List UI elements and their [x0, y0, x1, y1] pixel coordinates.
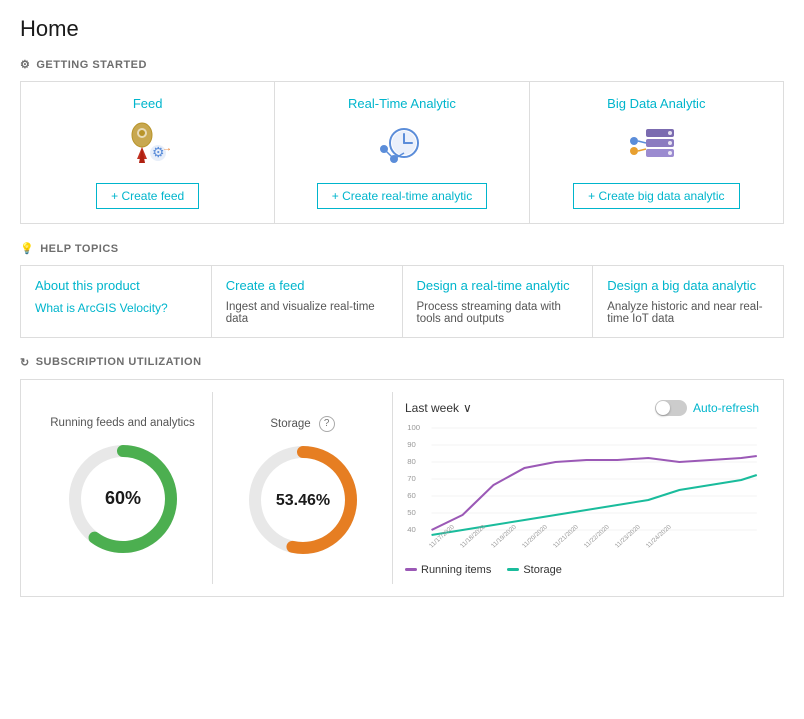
chart-legend: Running items Storage [405, 564, 759, 576]
svg-text:11/22/2020: 11/22/2020 [583, 523, 612, 549]
subscription-label: SUBSCRIPTION UTILIZATION [36, 356, 202, 368]
page-container: Home ⚙ GETTING STARTED Feed [0, 0, 804, 613]
autorefresh-label: Auto-refresh [693, 401, 759, 415]
gs-card-feed: Feed ⚙ → [21, 82, 275, 223]
svg-text:80: 80 [407, 457, 416, 466]
ht-card-bigdata-sub: Analyze historic and near real-time IoT … [607, 301, 769, 325]
subscription-body: Running feeds and analytics 60% Storage … [20, 379, 784, 597]
svg-text:40: 40 [407, 525, 416, 534]
period-label: Last week [405, 401, 459, 415]
ht-card-realtime-sub: Process streaming data with tools and ou… [417, 301, 579, 325]
help-topics-label: HELP TOPICS [40, 243, 118, 255]
chart-period-selector[interactable]: Last week ∨ [405, 401, 472, 415]
running-feeds-label: Running feeds and analytics [50, 417, 195, 429]
getting-started-header: ⚙ GETTING STARTED [20, 58, 784, 71]
svg-text:90: 90 [407, 440, 416, 449]
help-topics-header: 💡 HELP TOPICS [20, 242, 784, 255]
svg-text:53.46%: 53.46% [275, 492, 329, 509]
storage-donut: 53.46% [243, 440, 363, 560]
legend-running-label: Running items [421, 564, 491, 576]
ht-card-about-link[interactable]: What is ArcGIS Velocity? [35, 301, 197, 315]
realtime-icon [372, 121, 432, 171]
gs-card-realtime-title: Real-Time Analytic [287, 96, 516, 111]
getting-started-label: GETTING STARTED [36, 59, 147, 71]
svg-text:11/23/2020: 11/23/2020 [614, 523, 643, 549]
legend-storage-label: Storage [523, 564, 562, 576]
running-feeds-area: Running feeds and analytics 60% [33, 392, 213, 584]
storage-label: Storage [270, 418, 310, 430]
svg-text:50: 50 [407, 508, 416, 517]
getting-started-section: ⚙ GETTING STARTED Feed [20, 58, 784, 224]
subscription-section: ↻ SUBSCRIPTION UTILIZATION Running feeds… [20, 356, 784, 597]
subscription-header: ↻ SUBSCRIPTION UTILIZATION [20, 356, 784, 369]
gs-card-bigdata: Big Data Analytic [530, 82, 783, 223]
svg-text:100: 100 [407, 423, 420, 432]
help-topics-cards: About this product What is ArcGIS Veloci… [20, 265, 784, 338]
gs-cards-row: Feed ⚙ → [21, 82, 783, 223]
gs-card-realtime: Real-Time Analytic [275, 82, 529, 223]
ht-card-feed-title[interactable]: Create a feed [226, 278, 388, 295]
getting-started-icon: ⚙ [20, 58, 30, 71]
ht-card-about: About this product What is ArcGIS Veloci… [21, 266, 212, 337]
legend-storage: Storage [507, 564, 562, 576]
chevron-down-icon: ∨ [463, 401, 472, 415]
svg-text:→: → [162, 143, 172, 154]
ht-card-feed-sub: Ingest and visualize real-time data [226, 301, 388, 325]
storage-area: Storage ? 53.46% [213, 392, 393, 584]
gs-card-bigdata-title: Big Data Analytic [542, 96, 771, 111]
svg-text:11/20/2020: 11/20/2020 [521, 523, 550, 549]
svg-text:11/24/2020: 11/24/2020 [645, 523, 674, 549]
svg-text:70: 70 [407, 474, 416, 483]
feed-icon: ⚙ → [118, 121, 178, 171]
page-title: Home [20, 16, 784, 42]
legend-running-dot [405, 568, 417, 571]
running-feeds-donut: 60% [63, 439, 183, 559]
chart-header: Last week ∨ Auto-refresh [405, 400, 759, 416]
ht-card-bigdata-title[interactable]: Design a big data analytic [607, 278, 769, 295]
create-bigdata-button[interactable]: + Create big data analytic [573, 183, 739, 209]
legend-running-items: Running items [405, 564, 491, 576]
toggle-knob [656, 401, 670, 415]
svg-text:11/17/2020: 11/17/2020 [428, 523, 457, 549]
legend-storage-dot [507, 568, 519, 571]
line-chart-container: 100 90 80 70 60 50 40 [405, 420, 759, 560]
ht-card-realtime: Design a real-time analytic Process stre… [403, 266, 594, 337]
create-feed-button[interactable]: + Create feed [96, 183, 199, 209]
autorefresh-toggle[interactable] [655, 400, 687, 416]
chart-area: Last week ∨ Auto-refresh [393, 392, 771, 584]
help-topics-section: 💡 HELP TOPICS About this product What is… [20, 242, 784, 338]
svg-text:11/19/2020: 11/19/2020 [490, 523, 519, 549]
gs-card-feed-title: Feed [33, 96, 262, 111]
subscription-icon: ↻ [20, 356, 30, 369]
help-topics-icon: 💡 [20, 242, 34, 255]
ht-card-realtime-title[interactable]: Design a real-time analytic [417, 278, 579, 295]
sub-body-row: Running feeds and analytics 60% Storage … [21, 380, 783, 596]
chart-autorefresh: Auto-refresh [655, 400, 759, 416]
bigdata-icon [626, 121, 686, 171]
getting-started-cards: Feed ⚙ → [20, 81, 784, 224]
ht-card-about-title[interactable]: About this product [35, 278, 197, 295]
ht-card-feed: Create a feed Ingest and visualize real-… [212, 266, 403, 337]
line-chart-svg: 100 90 80 70 60 50 40 [405, 420, 759, 560]
svg-text:60%: 60% [104, 488, 140, 508]
svg-text:11/21/2020: 11/21/2020 [552, 523, 581, 549]
create-realtime-button[interactable]: + Create real-time analytic [317, 183, 487, 209]
ht-cards-row: About this product What is ArcGIS Veloci… [21, 266, 783, 337]
storage-info-icon[interactable]: ? [319, 416, 335, 432]
storage-label-row: Storage ? [270, 416, 334, 432]
svg-text:60: 60 [407, 491, 416, 500]
ht-card-bigdata: Design a big data analytic Analyze histo… [593, 266, 783, 337]
